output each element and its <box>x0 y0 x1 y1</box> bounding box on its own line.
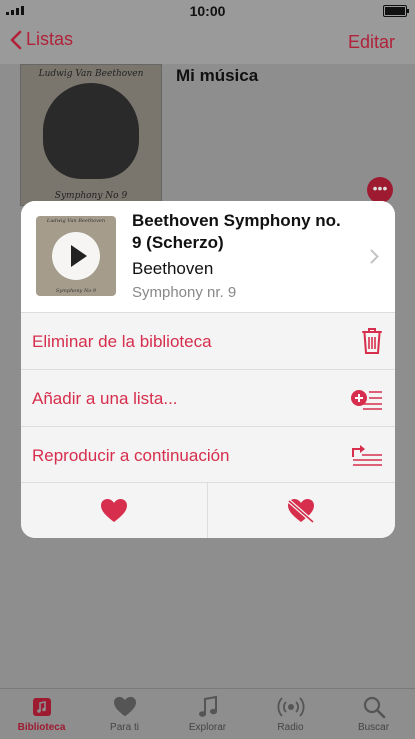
add-to-list-icon <box>351 390 382 410</box>
tab-explorar-label: Explorar <box>188 722 227 733</box>
love-dislike-row <box>21 482 395 538</box>
heart-icon <box>113 696 136 717</box>
add-to-playlist-button[interactable]: Añadir a una lista... <box>21 369 395 426</box>
cover-bottom-text: Symphony No 9 <box>54 191 128 201</box>
add-to-playlist-label: Añadir a una lista... <box>32 389 178 408</box>
action-sheet: Ludwig Van Beethoven Symphony No 9 Beeth… <box>21 201 395 538</box>
playlist-title: Mi música <box>176 66 259 85</box>
more-button[interactable]: ••• <box>367 177 393 203</box>
navigation-bar: Listas Editar <box>0 20 415 64</box>
chevron-left-icon <box>10 30 22 49</box>
heart-broken-icon <box>287 499 315 524</box>
tab-explorar[interactable]: Explorar <box>166 689 249 739</box>
tab-buscar[interactable]: Buscar <box>332 689 415 739</box>
status-bar: 10:00 <box>0 0 415 20</box>
love-button[interactable] <box>21 483 208 538</box>
play-next-icon <box>352 445 382 466</box>
cover-top-text: Ludwig Van Beethoven <box>38 69 144 79</box>
playlist-cover[interactable]: Ludwig Van Beethoven Symphony No 9 <box>20 64 162 206</box>
thumb-bottom-text: Symphony No 9 <box>55 288 97 294</box>
edit-button[interactable]: Editar <box>348 32 395 53</box>
play-next-label: Reproducir a continuación <box>32 446 230 465</box>
play-next-button[interactable]: Reproducir a continuación <box>21 426 395 483</box>
remove-from-library-button[interactable]: Eliminar de la biblioteca <box>21 312 395 369</box>
battery-icon <box>383 5 409 17</box>
play-icon[interactable] <box>52 232 100 280</box>
beethoven-portrait <box>43 83 139 179</box>
song-artwork[interactable]: Ludwig Van Beethoven Symphony No 9 <box>36 216 116 296</box>
chevron-right-icon[interactable] <box>370 249 379 264</box>
back-button[interactable]: Listas <box>10 29 73 50</box>
status-time: 10:00 <box>189 3 226 19</box>
search-icon <box>363 696 385 719</box>
tab-radio-label: Radio <box>277 722 304 733</box>
song-header[interactable]: Ludwig Van Beethoven Symphony No 9 Beeth… <box>21 201 395 312</box>
radio-icon <box>277 697 304 717</box>
back-label: Listas <box>26 29 74 49</box>
heart-icon <box>101 499 127 522</box>
tab-radio[interactable]: Radio <box>249 689 332 739</box>
tab-buscar-label: Buscar <box>357 722 390 733</box>
thumb-top-text: Ludwig Van Beethoven <box>46 218 106 224</box>
trash-icon <box>362 328 382 354</box>
dislike-button[interactable] <box>208 483 394 538</box>
library-icon <box>32 698 51 716</box>
music-note-icon <box>198 695 217 717</box>
tab-biblioteca-label: Biblioteca <box>17 722 66 733</box>
song-album: Symphony nr. 9 <box>132 284 237 301</box>
tab-para-ti-label: Para ti <box>110 722 139 733</box>
tab-biblioteca[interactable]: Biblioteca <box>0 689 83 739</box>
song-artist: Beethoven <box>132 259 214 278</box>
tab-para-ti[interactable]: Para ti <box>83 689 166 739</box>
song-title: Beethoven Symphony no. 9 (Scherzo) <box>132 211 341 252</box>
remove-from-library-label: Eliminar de la biblioteca <box>32 332 212 351</box>
tab-bar: Biblioteca Para ti Explorar Radio Buscar <box>0 688 415 739</box>
